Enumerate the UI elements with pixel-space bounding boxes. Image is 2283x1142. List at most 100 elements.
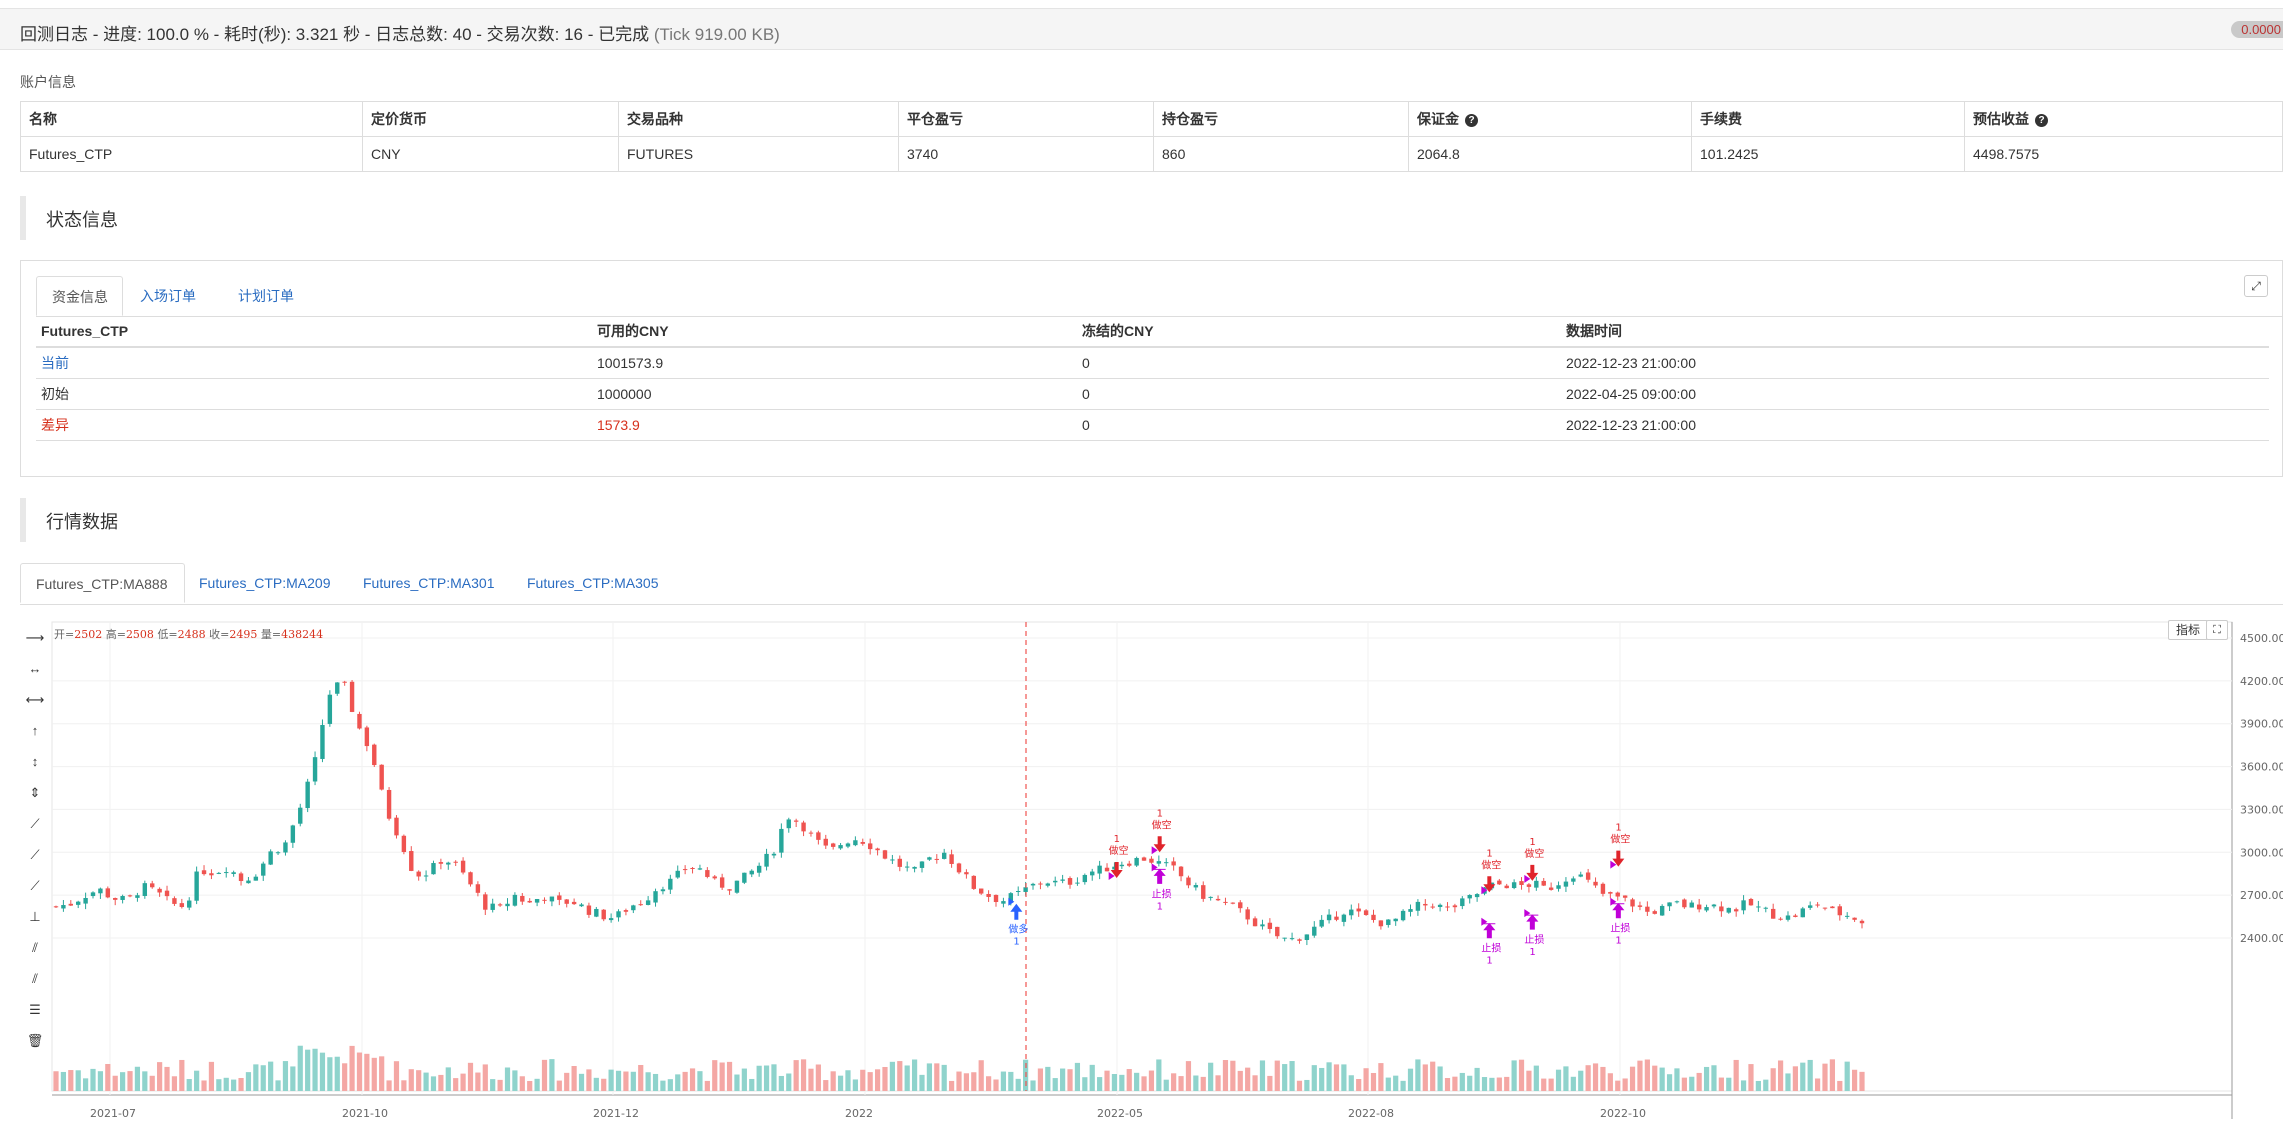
volume-bar — [253, 1064, 259, 1091]
profit-badge: 0.0000 — [2231, 21, 2283, 38]
volume-bar — [134, 1066, 141, 1091]
volume-bar — [749, 1078, 755, 1091]
account-table: 名称 定价货币 交易品种 平仓盈亏 持仓盈亏 保证金? 手续费 预估收益? Fu… — [20, 101, 2283, 172]
entry-flag-icon — [1151, 863, 1158, 872]
volume-bar — [608, 1069, 614, 1091]
col-name: 名称 — [20, 101, 363, 137]
volume-bar — [571, 1066, 577, 1091]
candle-body — [867, 843, 873, 850]
cell-margin: 2064.8 — [1408, 136, 1692, 172]
stop-loss-icon — [1526, 914, 1539, 930]
candle-body — [1748, 898, 1754, 906]
tab-fund-info[interactable]: 资金信息 — [36, 276, 123, 316]
candle-body — [1637, 905, 1643, 907]
volume-bar — [897, 1061, 903, 1091]
candle-body — [904, 866, 910, 868]
vertical-ray-icon[interactable]: ↑ — [24, 721, 46, 741]
volume-bar — [830, 1071, 836, 1091]
volume-bar — [1296, 1080, 1303, 1091]
volume-bar — [1689, 1076, 1695, 1091]
volume-bar — [1837, 1080, 1843, 1091]
candle-body — [690, 867, 695, 869]
volume-bar — [1052, 1078, 1058, 1091]
straight-line-icon[interactable]: ⟋ — [24, 876, 46, 896]
volume-bar — [941, 1064, 947, 1091]
candle-body — [631, 905, 636, 911]
cell-closed-pnl: 3740 — [898, 136, 1154, 172]
volume-bar — [201, 1080, 207, 1091]
candle-body — [105, 888, 111, 898]
tab-ma888[interactable]: Futures_CTP:MA888 — [20, 563, 185, 603]
price-line-icon[interactable]: ⊥ — [24, 907, 46, 927]
cell-name: Futures_CTP — [20, 136, 363, 172]
candle-body — [1844, 915, 1850, 917]
x-tick-label: 2021-07 — [90, 1107, 136, 1120]
volume-bar — [408, 1069, 414, 1091]
kline-chart[interactable]: 4500.00 4200.00 3900.00 3600.00 3300.00 3000.… — [20, 618, 2283, 1128]
tab-entry-orders[interactable]: 入场订单 — [125, 276, 211, 316]
candle-body — [1807, 905, 1813, 908]
tab-ma209[interactable]: Futures_CTP:MA209 — [184, 563, 346, 603]
vertical-line-icon[interactable]: ⇕ — [24, 783, 46, 803]
kline-svg[interactable]: 4500.00 4200.00 3900.00 3600.00 3300.00 3000.… — [20, 618, 2283, 1128]
candle-body — [179, 903, 185, 908]
vertical-segment-icon[interactable]: ↕ — [24, 752, 46, 772]
candle-body — [675, 870, 680, 878]
volume-bar — [105, 1063, 111, 1091]
candle-body — [557, 895, 562, 900]
volume-bar — [852, 1079, 858, 1091]
trash-icon[interactable]: 🗑 — [24, 1031, 46, 1051]
horizontal-segment-icon[interactable]: ↔ — [24, 659, 46, 679]
row-label[interactable]: 当前 — [36, 347, 592, 379]
volume-bar — [1629, 1066, 1636, 1091]
ray-line-icon[interactable]: ⟋ — [24, 814, 46, 834]
tab-ma301[interactable]: Futures_CTP:MA301 — [348, 563, 510, 603]
volume-bar — [1037, 1068, 1044, 1091]
volume-bar — [208, 1061, 215, 1091]
volume-bar — [53, 1071, 59, 1091]
tick-size: (Tick 919.00 KB) — [653, 25, 780, 44]
volume-bar — [1060, 1068, 1066, 1091]
fund-row-current: 当前 1001573.9 0 2022-12-23 21:00:00 — [36, 347, 2269, 379]
segment-line-icon[interactable]: ⟋ — [24, 845, 46, 865]
candle-body — [497, 904, 503, 906]
volume-bar — [1496, 1077, 1502, 1091]
candle-body — [1719, 906, 1724, 912]
candle-body — [1830, 906, 1835, 909]
help-icon[interactable]: ? — [2035, 113, 2048, 127]
candle-body — [1097, 865, 1102, 874]
indicator-button[interactable]: 指标 — [2168, 620, 2208, 640]
horizontal-ray-icon[interactable]: ⟶ — [24, 628, 46, 648]
price-channel-icon[interactable]: ⫽ — [24, 969, 46, 989]
fibonacci-icon[interactable]: ☰ — [24, 1000, 46, 1020]
volume-bar — [401, 1080, 407, 1091]
volume-bar — [578, 1073, 585, 1091]
candle-body — [1778, 918, 1783, 920]
volume-bar — [1067, 1069, 1073, 1091]
trade-label: 做空 — [1610, 833, 1630, 846]
col-instrument: 交易品种 — [618, 101, 899, 137]
candle-body — [934, 858, 939, 860]
candle-body — [1733, 909, 1739, 912]
volume-bar — [1807, 1059, 1813, 1091]
x-tick-label: 2022-05 — [1097, 1107, 1143, 1120]
candle-body — [1363, 910, 1369, 916]
candle-body — [779, 828, 784, 853]
fullscreen-icon[interactable]: ⛶ — [2206, 620, 2228, 640]
cell-available: 1000000 — [592, 378, 1077, 410]
horizontal-line-icon[interactable]: ⟷ — [24, 690, 46, 710]
candle-body — [1600, 883, 1606, 894]
tab-ma305[interactable]: Futures_CTP:MA305 — [512, 563, 674, 603]
expand-icon[interactable]: ⤢ — [2244, 275, 2268, 297]
volume-bar — [1481, 1077, 1488, 1091]
volume-bar — [416, 1070, 422, 1091]
candle-body — [1460, 898, 1465, 907]
row-label: 初始 — [36, 378, 592, 410]
volume-bar — [482, 1064, 488, 1091]
volume-bar — [1178, 1076, 1184, 1091]
tab-planned-orders[interactable]: 计划订单 — [223, 276, 309, 316]
volume-bar — [837, 1075, 844, 1091]
help-icon[interactable]: ? — [1465, 113, 1478, 127]
parallel-line-icon[interactable]: ⫽ — [24, 938, 46, 958]
candle-body — [1630, 899, 1635, 907]
